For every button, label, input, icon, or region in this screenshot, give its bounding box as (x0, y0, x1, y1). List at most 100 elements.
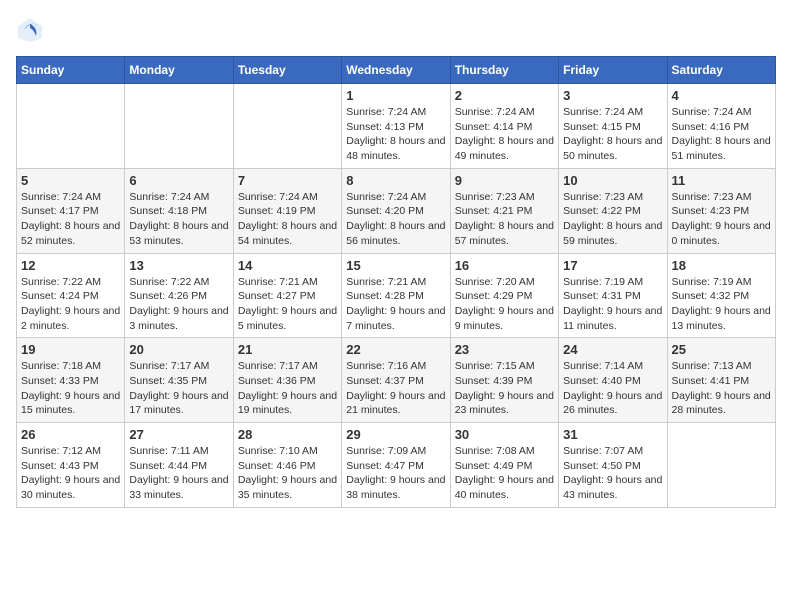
th-thursday: Thursday (450, 57, 558, 84)
day-number: 13 (129, 258, 228, 273)
day-number: 6 (129, 173, 228, 188)
calendar-day-cell: 12 Sunrise: 7:22 AM Sunset: 4:24 PM Dayli… (17, 253, 125, 338)
day-info: Sunrise: 7:24 AM Sunset: 4:19 PM Dayligh… (238, 190, 337, 249)
calendar-day-cell: 31 Sunrise: 7:07 AM Sunset: 4:50 PM Dayli… (559, 423, 667, 508)
day-info: Sunrise: 7:22 AM Sunset: 4:26 PM Dayligh… (129, 275, 228, 334)
day-number: 14 (238, 258, 337, 273)
calendar-day-cell: 15 Sunrise: 7:21 AM Sunset: 4:28 PM Dayli… (342, 253, 450, 338)
day-number: 17 (563, 258, 662, 273)
calendar-day-cell: 13 Sunrise: 7:22 AM Sunset: 4:26 PM Dayli… (125, 253, 233, 338)
calendar-day-cell: 6 Sunrise: 7:24 AM Sunset: 4:18 PM Daylig… (125, 168, 233, 253)
day-info: Sunrise: 7:07 AM Sunset: 4:50 PM Dayligh… (563, 444, 662, 503)
calendar-day-cell: 23Sunrise: 7:15 AM Sunset: 4:39 PM Dayli… (450, 338, 558, 423)
calendar-day-cell: 29 Sunrise: 7:09 AM Sunset: 4:47 PM Dayli… (342, 423, 450, 508)
day-number: 31 (563, 427, 662, 442)
day-info: Sunrise: 7:24 AM Sunset: 4:20 PM Dayligh… (346, 190, 445, 249)
logo (16, 16, 46, 44)
day-number: 7 (238, 173, 337, 188)
day-number: 18 (672, 258, 771, 273)
th-friday: Friday (559, 57, 667, 84)
day-number: 26 (21, 427, 120, 442)
calendar-day-cell: 11 Sunrise: 7:23 AM Sunset: 4:23 PM Dayli… (667, 168, 775, 253)
calendar-day-cell (667, 423, 775, 508)
calendar-day-cell: 14 Sunrise: 7:21 AM Sunset: 4:27 PM Dayli… (233, 253, 341, 338)
day-number: 10 (563, 173, 662, 188)
day-number: 11 (672, 173, 771, 188)
day-info: Sunrise: 7:20 AM Sunset: 4:29 PM Dayligh… (455, 275, 554, 334)
day-number: 21 (238, 342, 337, 357)
day-number: 5 (21, 173, 120, 188)
day-number: 25 (672, 342, 771, 357)
calendar-day-cell: 1 Sunrise: 7:24 AM Sunset: 4:13 PM Daylig… (342, 84, 450, 169)
calendar-day-cell: 9Sunrise: 7:23 AM Sunset: 4:21 PM Daylig… (450, 168, 558, 253)
day-number: 3 (563, 88, 662, 103)
calendar-day-cell: 18Sunrise: 7:19 AM Sunset: 4:32 PM Dayli… (667, 253, 775, 338)
calendar-week-row: 26 Sunrise: 7:12 AM Sunset: 4:43 PM Dayli… (17, 423, 776, 508)
calendar-table: Sunday Monday Tuesday Wednesday Thursday… (16, 56, 776, 508)
calendar-week-row: 19 Sunrise: 7:18 AM Sunset: 4:33 PM Dayli… (17, 338, 776, 423)
day-number: 20 (129, 342, 228, 357)
calendar-day-cell: 20 Sunrise: 7:17 AM Sunset: 4:35 PM Dayli… (125, 338, 233, 423)
day-number: 12 (21, 258, 120, 273)
day-info: Sunrise: 7:22 AM Sunset: 4:24 PM Dayligh… (21, 275, 120, 334)
day-number: 28 (238, 427, 337, 442)
calendar-day-cell: 10 Sunrise: 7:23 AM Sunset: 4:22 PM Dayli… (559, 168, 667, 253)
calendar-day-cell: 4 Sunrise: 7:24 AM Sunset: 4:16 PM Daylig… (667, 84, 775, 169)
day-info: Sunrise: 7:12 AM Sunset: 4:43 PM Dayligh… (21, 444, 120, 503)
calendar-week-row: 5 Sunrise: 7:24 AM Sunset: 4:17 PM Daylig… (17, 168, 776, 253)
calendar-day-cell: 25 Sunrise: 7:13 AM Sunset: 4:41 PM Dayli… (667, 338, 775, 423)
day-number: 19 (21, 342, 120, 357)
calendar-week-row: 1 Sunrise: 7:24 AM Sunset: 4:13 PM Daylig… (17, 84, 776, 169)
calendar-day-cell: 26 Sunrise: 7:12 AM Sunset: 4:43 PM Dayli… (17, 423, 125, 508)
day-number: 15 (346, 258, 445, 273)
calendar-day-cell (233, 84, 341, 169)
day-info: Sunrise: 7:24 AM Sunset: 4:16 PM Dayligh… (672, 105, 771, 164)
day-info: Sunrise: 7:18 AM Sunset: 4:33 PM Dayligh… (21, 359, 120, 418)
calendar-day-cell: 17Sunrise: 7:19 AM Sunset: 4:31 PM Dayli… (559, 253, 667, 338)
calendar-day-cell: 30Sunrise: 7:08 AM Sunset: 4:49 PM Dayli… (450, 423, 558, 508)
calendar-day-cell: 22Sunrise: 7:16 AM Sunset: 4:37 PM Dayli… (342, 338, 450, 423)
th-wednesday: Wednesday (342, 57, 450, 84)
calendar-week-row: 12 Sunrise: 7:22 AM Sunset: 4:24 PM Dayli… (17, 253, 776, 338)
logo-icon (16, 16, 44, 44)
day-info: Sunrise: 7:23 AM Sunset: 4:23 PM Dayligh… (672, 190, 771, 249)
day-info: Sunrise: 7:24 AM Sunset: 4:18 PM Dayligh… (129, 190, 228, 249)
calendar-day-cell: 5 Sunrise: 7:24 AM Sunset: 4:17 PM Daylig… (17, 168, 125, 253)
day-number: 24 (563, 342, 662, 357)
calendar-day-cell: 24 Sunrise: 7:14 AM Sunset: 4:40 PM Dayli… (559, 338, 667, 423)
day-number: 8 (346, 173, 445, 188)
calendar-day-cell: 8 Sunrise: 7:24 AM Sunset: 4:20 PM Daylig… (342, 168, 450, 253)
calendar-day-cell: 19 Sunrise: 7:18 AM Sunset: 4:33 PM Dayli… (17, 338, 125, 423)
page-header (16, 16, 776, 44)
calendar-day-cell (125, 84, 233, 169)
calendar-day-cell: 2 Sunrise: 7:24 AM Sunset: 4:14 PM Daylig… (450, 84, 558, 169)
day-number: 29 (346, 427, 445, 442)
day-info: Sunrise: 7:17 AM Sunset: 4:35 PM Dayligh… (129, 359, 228, 418)
day-number: 16 (455, 258, 554, 273)
day-info: Sunrise: 7:11 AM Sunset: 4:44 PM Dayligh… (129, 444, 228, 503)
day-number: 22 (346, 342, 445, 357)
day-info: Sunrise: 7:14 AM Sunset: 4:40 PM Dayligh… (563, 359, 662, 418)
day-info: Sunrise: 7:08 AM Sunset: 4:49 PM Dayligh… (455, 444, 554, 503)
day-info: Sunrise: 7:15 AM Sunset: 4:39 PM Dayligh… (455, 359, 554, 418)
day-number: 2 (455, 88, 554, 103)
th-monday: Monday (125, 57, 233, 84)
day-info: Sunrise: 7:24 AM Sunset: 4:14 PM Dayligh… (455, 105, 554, 164)
calendar-day-cell: 27 Sunrise: 7:11 AM Sunset: 4:44 PM Dayli… (125, 423, 233, 508)
day-info: Sunrise: 7:13 AM Sunset: 4:41 PM Dayligh… (672, 359, 771, 418)
day-info: Sunrise: 7:24 AM Sunset: 4:13 PM Dayligh… (346, 105, 445, 164)
calendar-day-cell (17, 84, 125, 169)
day-info: Sunrise: 7:23 AM Sunset: 4:22 PM Dayligh… (563, 190, 662, 249)
th-sunday: Sunday (17, 57, 125, 84)
day-info: Sunrise: 7:09 AM Sunset: 4:47 PM Dayligh… (346, 444, 445, 503)
day-info: Sunrise: 7:21 AM Sunset: 4:27 PM Dayligh… (238, 275, 337, 334)
day-number: 4 (672, 88, 771, 103)
th-saturday: Saturday (667, 57, 775, 84)
th-tuesday: Tuesday (233, 57, 341, 84)
day-info: Sunrise: 7:24 AM Sunset: 4:17 PM Dayligh… (21, 190, 120, 249)
day-info: Sunrise: 7:21 AM Sunset: 4:28 PM Dayligh… (346, 275, 445, 334)
day-number: 1 (346, 88, 445, 103)
day-number: 9 (455, 173, 554, 188)
calendar-header-row: Sunday Monday Tuesday Wednesday Thursday… (17, 57, 776, 84)
day-number: 27 (129, 427, 228, 442)
